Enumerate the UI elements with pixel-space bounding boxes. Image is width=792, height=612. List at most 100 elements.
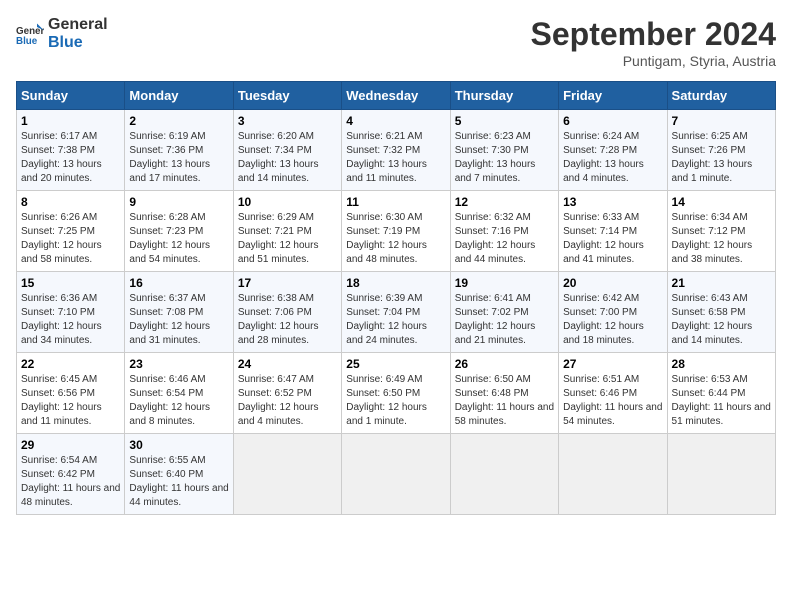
day-info: Sunrise: 6:42 AM Sunset: 7:00 PM Dayligh… (563, 292, 662, 348)
day-info: Sunrise: 6:23 AM Sunset: 7:30 PM Dayligh… (455, 130, 554, 186)
day-number: 5 (455, 114, 554, 128)
day-number: 7 (672, 114, 771, 128)
daylight-label: Daylight: 13 hours and 4 minutes. (563, 159, 644, 184)
calendar-cell: 4 Sunrise: 6:21 AM Sunset: 7:32 PM Dayli… (342, 110, 450, 191)
daylight-label: Daylight: 13 hours and 7 minutes. (455, 159, 536, 184)
daylight-label: Daylight: 12 hours and 54 minutes. (129, 240, 210, 265)
sunrise-label: Sunrise: 6:24 AM (563, 131, 639, 142)
sunrise-label: Sunrise: 6:21 AM (346, 131, 422, 142)
day-number: 10 (238, 195, 337, 209)
day-number: 24 (238, 357, 337, 371)
svg-text:Blue: Blue (16, 35, 38, 46)
calendar-week-row: 1 Sunrise: 6:17 AM Sunset: 7:38 PM Dayli… (17, 110, 776, 191)
daylight-label: Daylight: 12 hours and 44 minutes. (455, 240, 536, 265)
day-number: 21 (672, 276, 771, 290)
daylight-label: Daylight: 13 hours and 1 minute. (672, 159, 753, 184)
sunrise-label: Sunrise: 6:49 AM (346, 374, 422, 385)
day-number: 23 (129, 357, 228, 371)
daylight-label: Daylight: 11 hours and 51 minutes. (672, 402, 771, 427)
day-number: 13 (563, 195, 662, 209)
day-number: 4 (346, 114, 445, 128)
sunset-label: Sunset: 6:40 PM (129, 469, 203, 480)
sunset-label: Sunset: 7:26 PM (672, 145, 746, 156)
day-info: Sunrise: 6:51 AM Sunset: 6:46 PM Dayligh… (563, 373, 662, 429)
calendar-header-row: SundayMondayTuesdayWednesdayThursdayFrid… (17, 82, 776, 110)
day-number: 22 (21, 357, 120, 371)
calendar-cell: 1 Sunrise: 6:17 AM Sunset: 7:38 PM Dayli… (17, 110, 125, 191)
calendar-cell: 22 Sunrise: 6:45 AM Sunset: 6:56 PM Dayl… (17, 353, 125, 434)
daylight-label: Daylight: 13 hours and 20 minutes. (21, 159, 102, 184)
logo-blue: Blue (48, 34, 108, 52)
calendar-cell (342, 434, 450, 515)
day-info: Sunrise: 6:28 AM Sunset: 7:23 PM Dayligh… (129, 211, 228, 267)
calendar-week-row: 15 Sunrise: 6:36 AM Sunset: 7:10 PM Dayl… (17, 272, 776, 353)
day-number: 11 (346, 195, 445, 209)
daylight-label: Daylight: 12 hours and 34 minutes. (21, 321, 102, 346)
sunset-label: Sunset: 7:32 PM (346, 145, 420, 156)
calendar-cell: 7 Sunrise: 6:25 AM Sunset: 7:26 PM Dayli… (667, 110, 775, 191)
day-info: Sunrise: 6:21 AM Sunset: 7:32 PM Dayligh… (346, 130, 445, 186)
day-info: Sunrise: 6:20 AM Sunset: 7:34 PM Dayligh… (238, 130, 337, 186)
day-info: Sunrise: 6:25 AM Sunset: 7:26 PM Dayligh… (672, 130, 771, 186)
sunrise-label: Sunrise: 6:45 AM (21, 374, 97, 385)
day-info: Sunrise: 6:47 AM Sunset: 6:52 PM Dayligh… (238, 373, 337, 429)
day-info: Sunrise: 6:36 AM Sunset: 7:10 PM Dayligh… (21, 292, 120, 348)
day-info: Sunrise: 6:45 AM Sunset: 6:56 PM Dayligh… (21, 373, 120, 429)
sunset-label: Sunset: 6:58 PM (672, 307, 746, 318)
sunrise-label: Sunrise: 6:25 AM (672, 131, 748, 142)
sunset-label: Sunset: 7:34 PM (238, 145, 312, 156)
month-title: September 2024 (531, 16, 776, 53)
daylight-label: Daylight: 12 hours and 24 minutes. (346, 321, 427, 346)
day-info: Sunrise: 6:53 AM Sunset: 6:44 PM Dayligh… (672, 373, 771, 429)
sunset-label: Sunset: 6:46 PM (563, 388, 637, 399)
daylight-label: Daylight: 12 hours and 48 minutes. (346, 240, 427, 265)
sunrise-label: Sunrise: 6:28 AM (129, 212, 205, 223)
daylight-label: Daylight: 12 hours and 58 minutes. (21, 240, 102, 265)
page-header: General Blue General Blue September 2024… (16, 16, 776, 69)
calendar-cell: 18 Sunrise: 6:39 AM Sunset: 7:04 PM Dayl… (342, 272, 450, 353)
calendar-week-row: 29 Sunrise: 6:54 AM Sunset: 6:42 PM Dayl… (17, 434, 776, 515)
daylight-label: Daylight: 12 hours and 4 minutes. (238, 402, 319, 427)
day-info: Sunrise: 6:50 AM Sunset: 6:48 PM Dayligh… (455, 373, 554, 429)
daylight-label: Daylight: 12 hours and 51 minutes. (238, 240, 319, 265)
daylight-label: Daylight: 11 hours and 54 minutes. (563, 402, 662, 427)
sunset-label: Sunset: 6:44 PM (672, 388, 746, 399)
daylight-label: Daylight: 12 hours and 8 minutes. (129, 402, 210, 427)
sunset-label: Sunset: 7:14 PM (563, 226, 637, 237)
calendar-cell (233, 434, 341, 515)
sunrise-label: Sunrise: 6:32 AM (455, 212, 531, 223)
day-number: 15 (21, 276, 120, 290)
daylight-label: Daylight: 12 hours and 1 minute. (346, 402, 427, 427)
calendar-cell: 11 Sunrise: 6:30 AM Sunset: 7:19 PM Dayl… (342, 191, 450, 272)
day-info: Sunrise: 6:43 AM Sunset: 6:58 PM Dayligh… (672, 292, 771, 348)
sunset-label: Sunset: 6:52 PM (238, 388, 312, 399)
sunrise-label: Sunrise: 6:20 AM (238, 131, 314, 142)
logo-general: General (48, 16, 108, 34)
calendar-cell: 26 Sunrise: 6:50 AM Sunset: 6:48 PM Dayl… (450, 353, 558, 434)
day-of-week-header: Tuesday (233, 82, 341, 110)
day-info: Sunrise: 6:55 AM Sunset: 6:40 PM Dayligh… (129, 454, 228, 510)
calendar-cell: 2 Sunrise: 6:19 AM Sunset: 7:36 PM Dayli… (125, 110, 233, 191)
day-number: 14 (672, 195, 771, 209)
calendar-week-row: 22 Sunrise: 6:45 AM Sunset: 6:56 PM Dayl… (17, 353, 776, 434)
day-info: Sunrise: 6:34 AM Sunset: 7:12 PM Dayligh… (672, 211, 771, 267)
sunset-label: Sunset: 7:19 PM (346, 226, 420, 237)
daylight-label: Daylight: 12 hours and 18 minutes. (563, 321, 644, 346)
day-of-week-header: Thursday (450, 82, 558, 110)
sunset-label: Sunset: 6:48 PM (455, 388, 529, 399)
day-info: Sunrise: 6:33 AM Sunset: 7:14 PM Dayligh… (563, 211, 662, 267)
daylight-label: Daylight: 11 hours and 58 minutes. (455, 402, 554, 427)
day-number: 19 (455, 276, 554, 290)
sunset-label: Sunset: 7:30 PM (455, 145, 529, 156)
sunrise-label: Sunrise: 6:26 AM (21, 212, 97, 223)
logo: General Blue General Blue (16, 16, 108, 51)
sunset-label: Sunset: 7:10 PM (21, 307, 95, 318)
sunset-label: Sunset: 7:23 PM (129, 226, 203, 237)
daylight-label: Daylight: 12 hours and 21 minutes. (455, 321, 536, 346)
sunset-label: Sunset: 7:04 PM (346, 307, 420, 318)
daylight-label: Daylight: 12 hours and 31 minutes. (129, 321, 210, 346)
sunset-label: Sunset: 7:36 PM (129, 145, 203, 156)
day-info: Sunrise: 6:54 AM Sunset: 6:42 PM Dayligh… (21, 454, 120, 510)
day-number: 2 (129, 114, 228, 128)
day-of-week-header: Friday (559, 82, 667, 110)
